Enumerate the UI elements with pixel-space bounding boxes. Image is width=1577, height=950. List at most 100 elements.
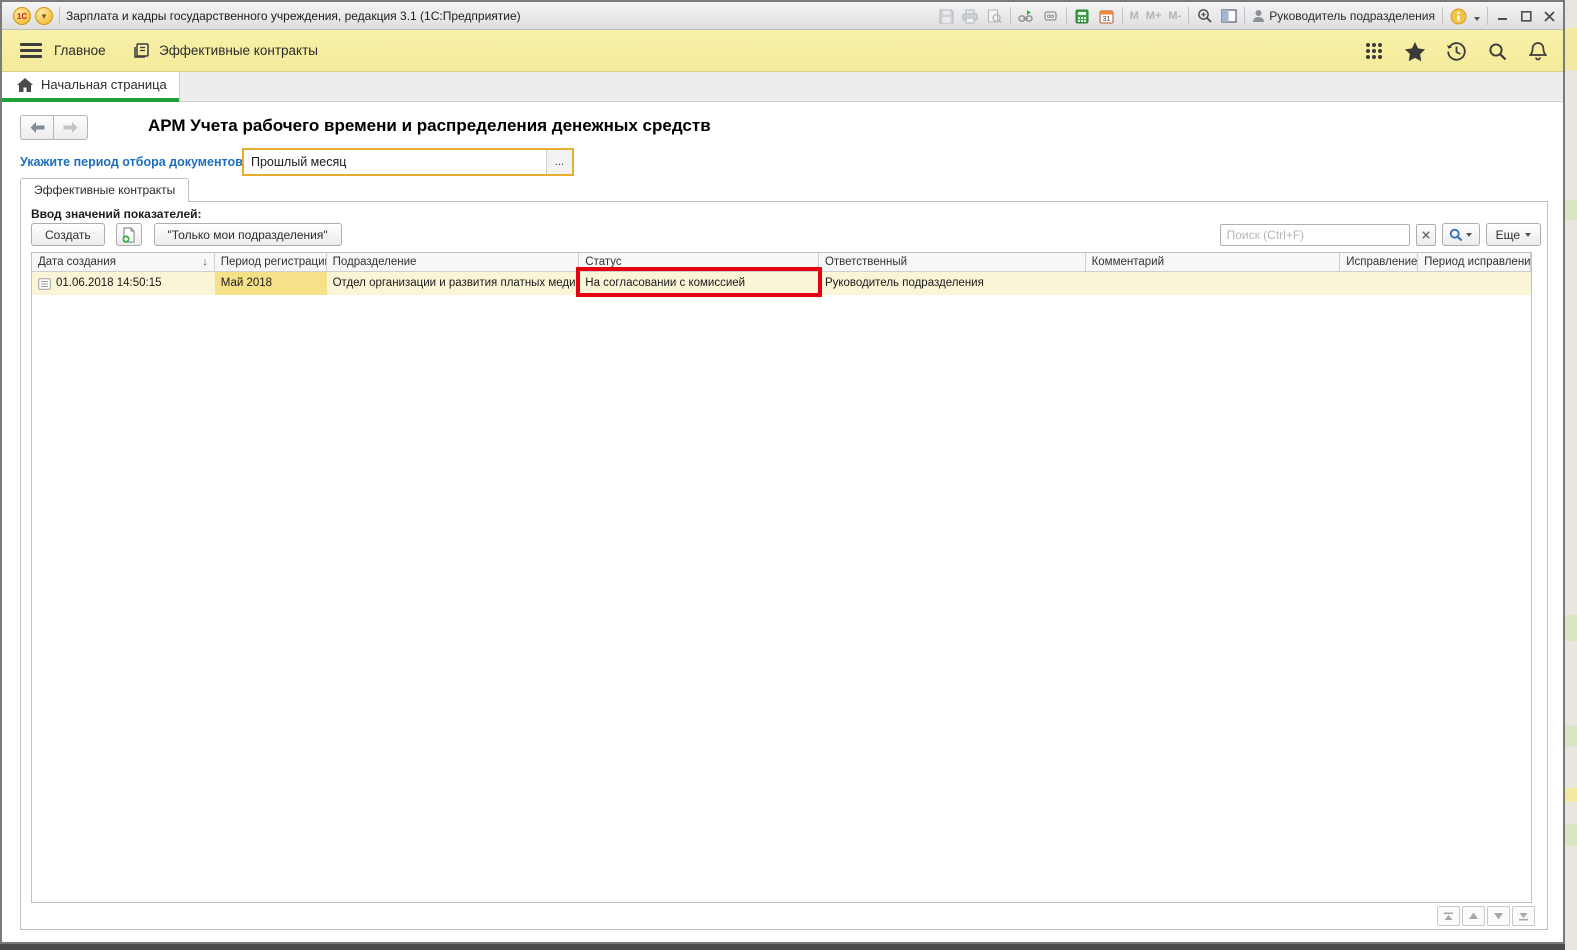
search-options-button[interactable] [1442,223,1480,246]
1c-logo-icon[interactable]: 1С [13,7,31,25]
calc-memory-subtract-button[interactable]: M- [1168,10,1181,22]
close-icon [1422,231,1430,239]
period-filter-field: ... [242,148,574,176]
page-title: АРМ Учета рабочего времени и распределен… [148,116,711,136]
calc-memory-add-button[interactable]: M+ [1146,10,1162,22]
user-name: Руководитель подразделения [1269,9,1435,23]
sections-icon[interactable] [132,42,150,65]
column-header-comment[interactable]: Комментарий [1086,253,1341,272]
cell-correction-period[interactable] [1418,272,1531,295]
column-header-correction-period[interactable]: Период исправления [1418,253,1531,272]
sort-descending-icon: ↓ [202,253,208,271]
tab-home-page[interactable]: Начальная страница [2,72,180,102]
system-menu-chevron-icon[interactable]: ▼ [35,7,53,25]
more-label: Еще [1496,228,1520,242]
tab-label: Начальная страница [41,72,167,98]
title-bar: 1С ▼ Зарплата и кадры государственного у… [2,2,1563,30]
divider [59,7,60,25]
main-menu-item[interactable]: Главное [54,30,106,72]
maximize-button[interactable] [1518,8,1534,24]
favorites-star-icon[interactable] [1404,40,1426,62]
more-button[interactable]: Еще [1486,223,1541,246]
create-copy-button[interactable] [116,223,142,246]
background-window-sliver [1565,0,1577,950]
documents-table: Дата создания ↓ Период регистрации Подра… [31,252,1532,903]
notifications-bell-icon[interactable] [1527,40,1549,62]
cell-comment[interactable] [1086,272,1341,295]
list-toolbar: Создать "Только мои подразделения" Е [31,223,1541,248]
go-first-button[interactable] [1437,906,1460,926]
cell-reg-period[interactable]: Май 2018 [215,272,327,295]
chevron-down-icon [1466,233,1472,237]
only-my-departments-button[interactable]: "Только мои подразделения" [154,223,342,246]
minimize-button[interactable] [1495,8,1511,24]
window-tab-bar: Начальная страница [2,72,1563,102]
history-nav-group [20,115,88,140]
effective-contracts-panel: Ввод значений показателей: Создать "Толь… [20,201,1548,930]
cell-status[interactable]: На согласовании с комиссией [579,272,819,295]
split-view-icon[interactable] [1220,8,1237,25]
table-header-row: Дата создания ↓ Период регистрации Подра… [32,253,1531,272]
info-icon[interactable] [1450,8,1467,25]
section-effective-contracts[interactable]: Эффективные контракты [159,30,318,72]
divider [1487,7,1488,25]
save-icon[interactable] [938,8,955,25]
app-window: 1С ▼ Зарплата и кадры государственного у… [0,0,1565,944]
cell-correction[interactable] [1340,272,1418,295]
window-title: Зарплата и кадры государственного учрежд… [66,2,521,30]
app-bar: Главное Эффективные контракты [2,30,1563,72]
info-chevron-icon[interactable] [1474,17,1480,21]
zoom-icon[interactable] [1196,8,1213,25]
calc-memory-recall-button[interactable]: M [1130,10,1139,22]
print-icon[interactable] [962,8,979,25]
tab-effective-contracts[interactable]: Эффективные контракты [20,178,189,202]
column-header-correction[interactable]: Исправление [1340,253,1418,272]
main-content: АРМ Учета рабочего времени и распределен… [2,102,1563,942]
calendar-icon[interactable]: 31 [1098,8,1115,25]
history-icon[interactable] [1445,40,1467,62]
section-heading: Ввод значений показателей: [31,207,202,221]
cell-department[interactable]: Отдел организации и развития платных мед… [327,272,580,295]
column-header-department[interactable]: Подразделение [327,253,580,272]
search-icon[interactable] [1486,40,1508,62]
cell-responsible[interactable]: Руководитель подразделения [819,272,1086,295]
column-header-responsible[interactable]: Ответственный [819,253,1086,272]
search-icon [1449,228,1463,242]
divider [1122,7,1123,25]
period-filter-input[interactable] [244,150,546,174]
chevron-down-icon [1525,233,1531,237]
hamburger-menu-icon[interactable] [20,43,42,58]
copy-document-icon [121,227,137,243]
close-button[interactable] [1541,8,1557,24]
go-to-link-icon[interactable] [1018,8,1035,25]
clear-search-button[interactable] [1416,224,1436,246]
table-row[interactable]: 01.06.2018 14:50:15 Май 2018 Отдел орган… [32,272,1531,295]
column-header-status[interactable]: Статус [579,253,819,272]
user-icon [1252,9,1265,23]
column-header-created[interactable]: Дата создания ↓ [32,253,215,272]
nav-back-button[interactable] [20,115,54,140]
divider [1442,7,1443,25]
home-icon [17,78,33,97]
all-functions-grid-icon[interactable] [1363,40,1385,62]
calculator-icon[interactable] [1074,8,1091,25]
print-preview-icon[interactable] [986,8,1003,25]
cell-created[interactable]: 01.06.2018 14:50:15 [32,272,215,295]
nav-forward-button[interactable] [54,115,88,140]
go-last-button[interactable] [1512,906,1535,926]
go-next-button[interactable] [1487,906,1510,926]
get-link-icon[interactable] [1042,8,1059,25]
period-filter-ellipsis-button[interactable]: ... [546,150,572,174]
create-button[interactable]: Создать [31,223,105,246]
document-icon [38,278,51,290]
divider [1010,7,1011,25]
search-input[interactable] [1220,224,1410,246]
column-header-reg-period[interactable]: Период регистрации [215,253,327,272]
period-filter-label: Укажите период отбора документов: [20,155,247,169]
divider [1188,7,1189,25]
divider [1244,7,1245,25]
go-previous-button[interactable] [1462,906,1485,926]
list-navigation-pad [1437,906,1535,926]
svg-text:31: 31 [1102,16,1110,23]
current-user-chip[interactable]: Руководитель подразделения [1252,9,1435,23]
